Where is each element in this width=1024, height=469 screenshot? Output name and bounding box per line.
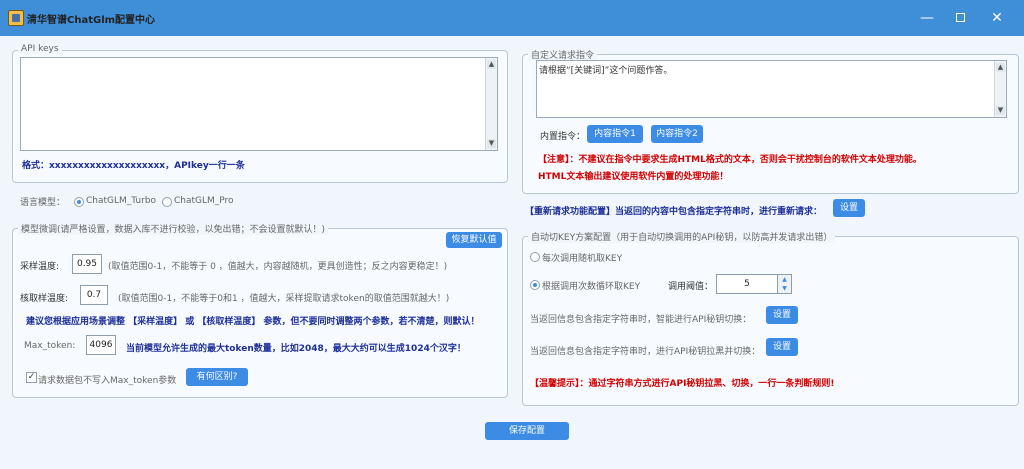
- top-p-input[interactable]: 0.7: [80, 285, 108, 305]
- api-keys-scrollbar[interactable]: ▲ ▼: [485, 58, 497, 150]
- cycle-key-radio[interactable]: [530, 280, 540, 290]
- tuning-advice: 建议您根据应用场景调整 【采样温度】 或 【核取样温度】 参数，但不要同时调整两…: [26, 317, 480, 327]
- top-p-label: 核取样温度:: [20, 294, 69, 304]
- max-token-checkbox-label[interactable]: 请求数据包不写入Max_token参数: [38, 373, 176, 386]
- retry-settings-button[interactable]: 设置: [833, 199, 865, 217]
- threshold-input[interactable]: 5: [716, 274, 778, 294]
- max-token-hint: 当前模型允许生成的最大token数量，比如2048，最大大约可以生成1024个汉…: [126, 344, 466, 354]
- model-label: 语言模型：: [20, 198, 66, 208]
- app-icon: [8, 10, 24, 26]
- blacklist-rule-settings-button[interactable]: 设置: [766, 338, 798, 356]
- top-p-hint: (取值范围0-1，不能等于0和1 ，值越大，采样提取请求token的取值范围就越…: [118, 294, 450, 304]
- stepper-up-icon[interactable]: ▲: [779, 276, 790, 284]
- prompt-note-html: HTML文本输出建议使用软件内置的处理功能！: [538, 172, 729, 182]
- minimize-button[interactable]: —: [912, 4, 942, 32]
- custom-prompt-text: 请根据“[关键词]”这个问题作答。: [539, 66, 673, 76]
- key-switch-tip: 【温馨提示】：通过字符串方式进行API秘钥拉黑、切换，一行一条判断规则!: [530, 379, 835, 389]
- key-switch-legend: 自动切KEY方案配置（用于自动切换调用的API秘钥，以防高并发请求出错）: [528, 230, 836, 243]
- what-difference-button[interactable]: 有何区别?: [186, 368, 248, 386]
- random-key-option[interactable]: 每次调用随机取KEY: [542, 251, 622, 264]
- model-option-turbo[interactable]: ChatGLM_Turbo: [86, 196, 156, 206]
- max-token-checkbox[interactable]: ✓: [26, 372, 37, 383]
- scroll-down-icon[interactable]: ▼: [996, 106, 1005, 115]
- threshold-label: 调用阈值：: [668, 282, 714, 292]
- max-token-label: Max_token:: [24, 341, 76, 351]
- stepper-down-icon[interactable]: ▼: [779, 285, 790, 293]
- maximize-icon: [956, 13, 965, 22]
- threshold-stepper[interactable]: ▲ ▼: [778, 274, 792, 294]
- blacklist-rule-text: 当返回信息包含指定字符串时，进行API秘钥拉黑并切换：: [530, 347, 761, 357]
- switch-rule-settings-button[interactable]: 设置: [766, 306, 798, 324]
- reset-defaults-button[interactable]: 恢复默认值: [446, 232, 502, 248]
- save-config-button[interactable]: 保存配置: [485, 422, 569, 440]
- builtin-prompt-1-button[interactable]: 内容指令1: [587, 125, 643, 143]
- custom-prompt-scrollbar[interactable]: ▲ ▼: [994, 61, 1006, 117]
- scroll-down-icon[interactable]: ▼: [487, 139, 496, 148]
- model-radio-turbo[interactable]: [74, 197, 84, 207]
- builtin-prompt-2-button[interactable]: 内容指令2: [651, 125, 703, 143]
- scroll-up-icon[interactable]: ▲: [487, 60, 496, 69]
- window-title: 清华智谱ChatGlm配置中心: [27, 15, 156, 26]
- prompt-note-warning: 【注意】：不建议在指令中要求生成HTML格式的文本，否则会干扰控制台的软件文本处…: [538, 155, 922, 165]
- api-keys-legend: API keys: [18, 44, 62, 54]
- temperature-input[interactable]: 0.95: [72, 254, 102, 274]
- close-button[interactable]: ✕: [982, 4, 1012, 32]
- temperature-label: 采样温度:: [20, 262, 60, 272]
- temperature-hint: (取值范围0-1，不能等于 0 ，值越大，内容越随机，更具创造性；反之内容更稳定…: [108, 262, 448, 272]
- api-keys-format-hint: 格式：xxxxxxxxxxxxxxxxxxxx，APIkey一行一条: [22, 161, 245, 171]
- max-token-input[interactable]: 4096: [86, 335, 116, 355]
- retry-config-text: 【重新请求功能配置】当返回的内容中包含指定字符串时，进行重新请求：: [525, 207, 823, 217]
- maximize-button[interactable]: [946, 4, 976, 32]
- model-radio-pro[interactable]: [162, 197, 172, 207]
- switch-rule-text: 当返回信息包含指定字符串时，智能进行API秘钥切换：: [530, 315, 752, 325]
- random-key-radio[interactable]: [530, 252, 540, 262]
- cycle-key-option[interactable]: 根据调用次数循环取KEY: [542, 279, 640, 292]
- model-option-pro[interactable]: ChatGLM_Pro: [174, 196, 234, 206]
- builtin-label: 内置指令：: [540, 132, 586, 142]
- scroll-up-icon[interactable]: ▲: [996, 63, 1005, 72]
- custom-prompt-textarea[interactable]: 请根据“[关键词]”这个问题作答。 ▲ ▼: [536, 60, 1007, 118]
- api-keys-textarea[interactable]: ▲ ▼: [20, 57, 498, 151]
- tuning-legend: 模型微调(请严格设置，数据入库不进行校验，以免出错；不会设置就默认！): [18, 222, 329, 235]
